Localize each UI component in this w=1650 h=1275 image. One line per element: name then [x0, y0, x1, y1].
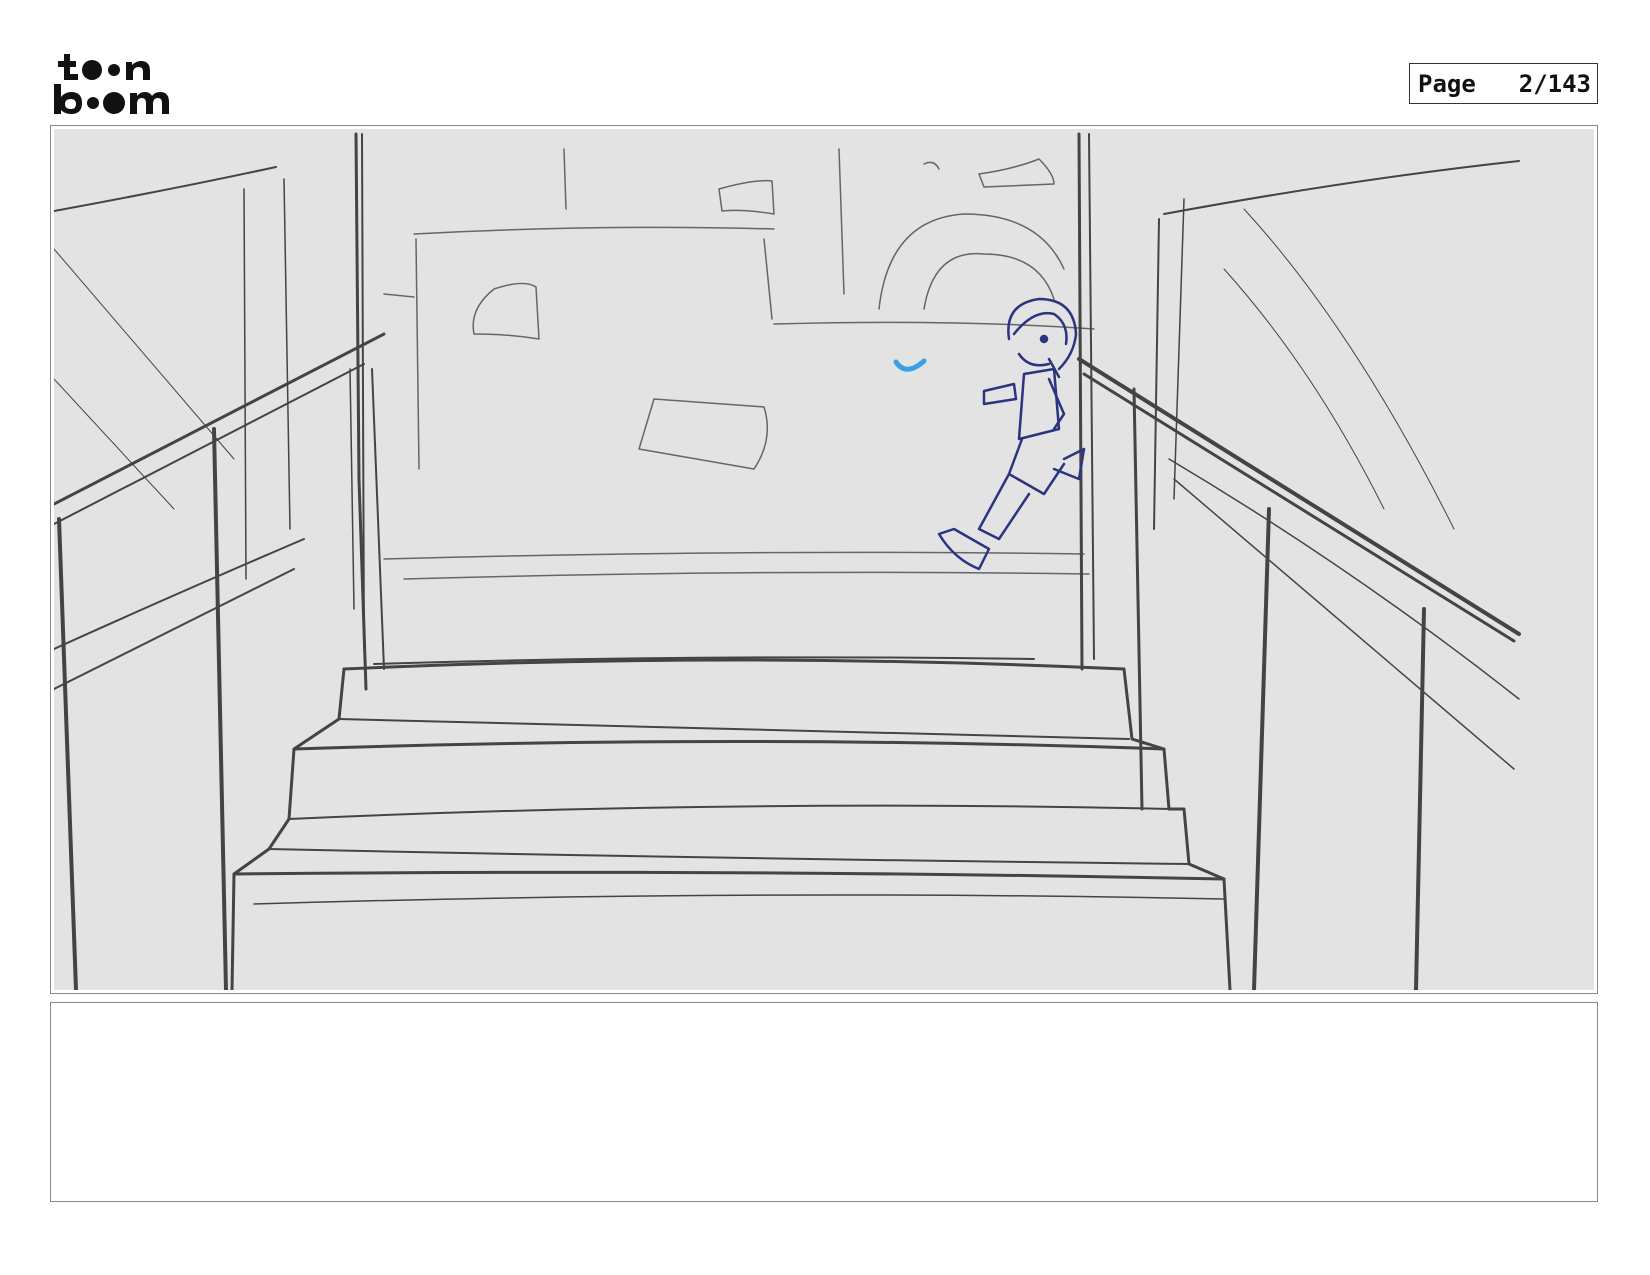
panel-sketch	[54, 129, 1594, 990]
toon-boom-logo	[52, 52, 172, 116]
page-label: Page	[1418, 69, 1476, 98]
storyboard-panel	[50, 125, 1598, 994]
page-indicator: Page 2/143	[1409, 63, 1598, 104]
notes-box	[50, 1002, 1598, 1202]
page-number: 2/143	[1518, 69, 1591, 98]
